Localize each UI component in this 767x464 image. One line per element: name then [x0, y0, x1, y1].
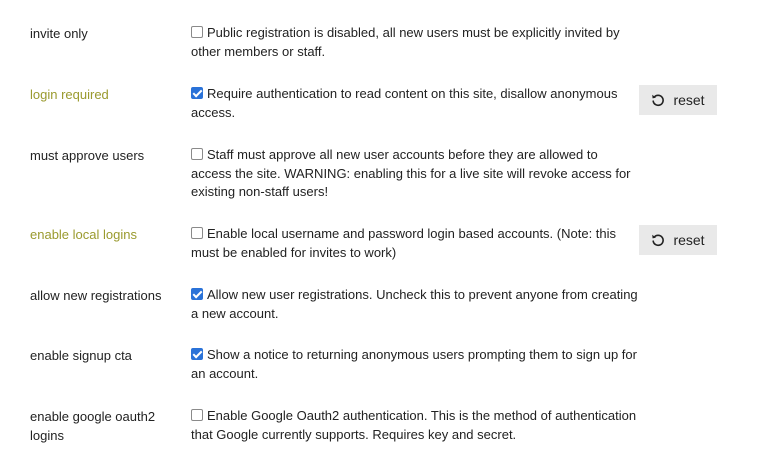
- setting-description: Enable local username and password login…: [191, 226, 617, 260]
- enable-google-oauth2-logins-checkbox[interactable]: [191, 409, 203, 421]
- undo-icon: [651, 93, 665, 107]
- undo-icon: [651, 233, 665, 247]
- setting-name: invite only: [30, 26, 88, 41]
- setting-name: allow new registrations: [30, 288, 162, 303]
- setting-value: Enable local username and password login…: [191, 225, 639, 262]
- reset-button[interactable]: reset: [639, 85, 717, 115]
- enable-signup-cta-checkbox[interactable]: [191, 348, 203, 360]
- login-required-checkbox[interactable]: [191, 87, 203, 99]
- invite-only-checkbox[interactable]: [191, 26, 203, 38]
- reset-label: reset: [673, 92, 705, 108]
- setting-description: Enable Google Oauth2 authentication. Thi…: [191, 408, 637, 442]
- setting-value: Allow new user registrations. Uncheck th…: [191, 286, 639, 323]
- must-approve-users-checkbox[interactable]: [191, 148, 203, 160]
- setting-description: Staff must approve all new user accounts…: [191, 147, 631, 199]
- setting-value: Staff must approve all new user accounts…: [191, 146, 639, 202]
- setting-name: enable local logins: [30, 227, 137, 242]
- setting-name: enable google oauth2 logins: [30, 409, 156, 443]
- reset-label: reset: [673, 232, 705, 248]
- setting-description: Require authentication to read content o…: [191, 86, 618, 120]
- setting-name: must approve users: [30, 148, 145, 163]
- setting-name: login required: [30, 87, 109, 102]
- site-settings-list: invite only Public registration is disab…: [0, 0, 767, 464]
- setting-value: Require authentication to read content o…: [191, 85, 639, 122]
- enable-local-logins-checkbox[interactable]: [191, 227, 203, 239]
- allow-new-registrations-checkbox[interactable]: [191, 288, 203, 300]
- setting-value: Public registration is disabled, all new…: [191, 24, 639, 61]
- reset-button[interactable]: reset: [639, 225, 717, 255]
- setting-name: enable signup cta: [30, 348, 132, 363]
- setting-value: Show a notice to returning anonymous use…: [191, 346, 639, 383]
- setting-description: Allow new user registrations. Uncheck th…: [191, 287, 638, 321]
- setting-description: Show a notice to returning anonymous use…: [191, 347, 637, 381]
- setting-value: Enable Google Oauth2 authentication. Thi…: [191, 407, 639, 444]
- setting-description: Public registration is disabled, all new…: [191, 25, 620, 59]
